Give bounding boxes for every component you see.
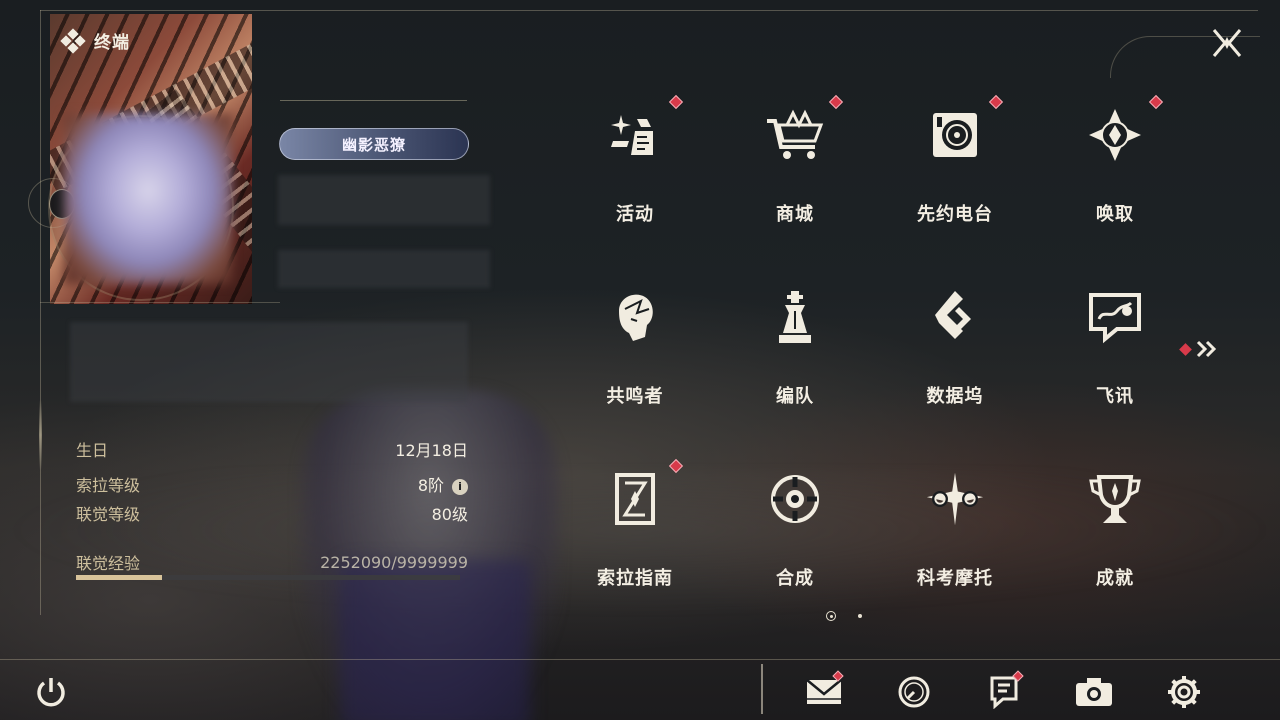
menu-item-shop[interactable]: 商城 (715, 80, 875, 260)
sola-level-value-wrap: 8阶 i (418, 472, 468, 496)
page-indicator (826, 611, 862, 621)
menu-item-radio[interactable]: 先约电台 (875, 80, 1035, 260)
mail-button[interactable] (802, 670, 846, 714)
frame-left-line (40, 10, 41, 615)
next-page-button[interactable] (1179, 340, 1218, 358)
window-title: 终端 (60, 27, 130, 54)
notify-dot (1148, 94, 1164, 110)
motorcycle-icon (925, 469, 985, 529)
resonator-portrait-icon (605, 287, 665, 347)
profile-divider (40, 302, 280, 303)
close-button[interactable] (1208, 24, 1246, 62)
union-exp-bar (76, 575, 460, 580)
camera-icon (1076, 678, 1112, 706)
union-level-value: 80级 (431, 505, 468, 524)
bottom-separator (761, 664, 763, 714)
message-bubble-icon (1085, 287, 1145, 347)
radio-icon (925, 105, 985, 165)
settings-button[interactable] (1162, 670, 1206, 714)
menu-item-label: 先约电台 (917, 204, 993, 225)
synthesis-icon (765, 469, 825, 529)
double-chevron-right-icon (1196, 340, 1217, 358)
page-dot[interactable] (858, 614, 862, 618)
trophy-icon (1085, 469, 1145, 529)
window-title-label: 终端 (94, 33, 130, 53)
menu-item-label: 唤取 (1096, 204, 1134, 225)
avatar[interactable] (64, 114, 232, 284)
menu-item-convene[interactable]: 唤取 (1035, 80, 1195, 260)
sola-level-value: 8阶 (417, 476, 444, 495)
birthday-row: 生日 12月18日 (76, 437, 468, 461)
notify-dot (828, 94, 844, 110)
menu-item-label: 索拉指南 (597, 568, 673, 589)
notice-icon (990, 676, 1018, 709)
menu-item-label: 共鸣者 (606, 386, 664, 407)
menu-item-label: 编队 (776, 386, 814, 407)
menu-item-synthesis[interactable]: 合成 (715, 444, 875, 624)
sola-level-label: 索拉等级 (76, 476, 141, 495)
info-icon[interactable]: i (452, 478, 468, 495)
notify-dot (988, 94, 1004, 110)
menu-item-label: 商城 (776, 204, 814, 225)
menu-item-events[interactable]: 活动 (555, 80, 715, 260)
event-sparkle-icon (605, 105, 665, 165)
team-chess-icon (765, 287, 825, 347)
menu-item-label: 成就 (1096, 568, 1134, 589)
menu-item-label: 数据坞 (926, 386, 984, 407)
title-badge[interactable]: 幽影恶獠 (279, 128, 469, 160)
menu-item-label: 合成 (776, 568, 814, 589)
sola-level-row: 索拉等级 8阶 i (76, 472, 468, 496)
title-badge-label: 幽影恶獠 (341, 135, 406, 154)
frame-top-line (40, 10, 1258, 11)
clock-button[interactable] (892, 670, 936, 714)
notify-dot (668, 94, 684, 110)
menu-item-guidebook[interactable]: 索拉指南 (555, 444, 715, 624)
union-exp-row: 联觉经验 2252090/9999999 (76, 550, 468, 574)
menu-item-data-bank[interactable]: 数据坞 (875, 262, 1035, 442)
notice-button[interactable] (982, 670, 1026, 714)
union-exp-fill (76, 575, 163, 580)
menu-item-label: 飞讯 (1096, 386, 1134, 407)
menu-item-messages[interactable]: 飞讯 (1035, 262, 1195, 442)
birthday-value: 12月18日 (395, 441, 468, 460)
gear-icon (1168, 676, 1200, 708)
name-divider (280, 100, 467, 101)
close-icon (1212, 29, 1242, 57)
player-id-blurred (278, 250, 490, 288)
player-name-blurred (278, 175, 490, 225)
menu-item-team[interactable]: 编队 (715, 262, 875, 442)
camera-button[interactable] (1072, 670, 1116, 714)
notify-dot (1179, 342, 1192, 356)
guidebook-icon (605, 469, 665, 529)
menu-item-label: 科考摩托 (917, 568, 993, 589)
union-exp-label: 联觉经验 (76, 554, 141, 573)
power-button[interactable] (33, 674, 71, 712)
clock-icon (898, 676, 930, 708)
menu-item-achievements[interactable]: 成就 (1035, 444, 1195, 624)
notify-dot (668, 458, 684, 474)
menu-item-motorcycle[interactable]: 科考摩托 (875, 444, 1035, 624)
union-exp-value: 2252090/9999999 (320, 552, 468, 572)
page-dot-active[interactable] (826, 611, 836, 621)
terminal-diamond-icon (60, 27, 86, 54)
union-level-row: 联觉等级 80级 (76, 501, 468, 525)
power-icon (37, 678, 65, 707)
menu-item-label: 活动 (616, 204, 654, 225)
menu-item-resonators[interactable]: 共鸣者 (555, 262, 715, 442)
shop-cart-icon (765, 105, 825, 165)
convene-compass-icon (1085, 105, 1145, 165)
left-rail-ornament (39, 400, 42, 470)
birthday-label: 生日 (76, 441, 109, 460)
signature-blurred[interactable] (70, 322, 468, 402)
bottom-divider (0, 659, 1280, 660)
data-bank-icon (925, 287, 985, 347)
background-character-legs (340, 560, 530, 720)
union-level-label: 联觉等级 (76, 505, 141, 524)
